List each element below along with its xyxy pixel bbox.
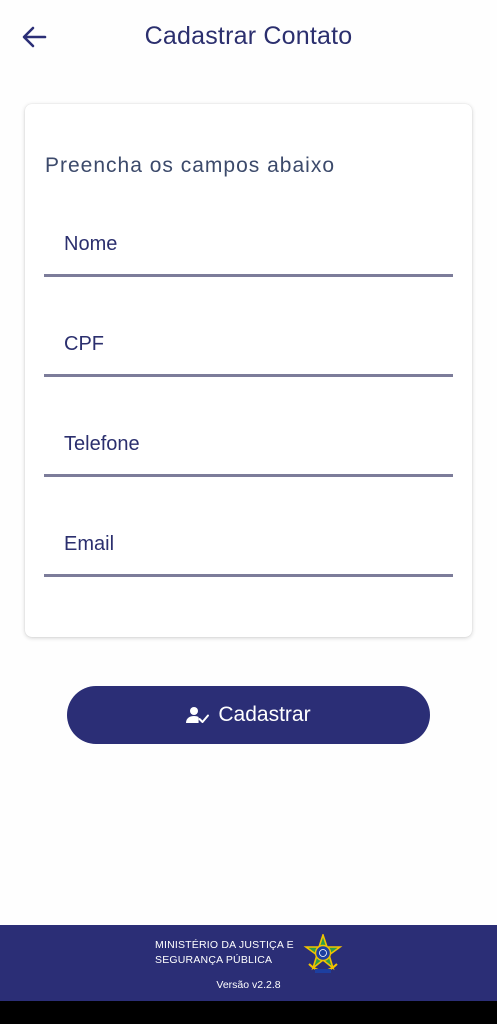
ministry-line-2: SEGURANÇA PÚBLICA: [155, 954, 273, 966]
form-heading: Preencha os campos abaixo: [45, 154, 335, 177]
form-card: Preencha os campos abaixo Nome CPF Telef…: [25, 104, 472, 637]
cpf-field[interactable]: CPF: [44, 317, 453, 377]
nome-label: Nome: [64, 233, 118, 255]
cadastrar-button[interactable]: Cadastrar: [67, 686, 430, 744]
email-label: Email: [64, 533, 115, 555]
page-title: Cadastrar Contato: [144, 22, 353, 50]
nome-field[interactable]: Nome: [44, 217, 453, 277]
cadastrar-label: Cadastrar: [218, 703, 311, 726]
telefone-label: Telefone: [64, 433, 140, 455]
ministry-name: MINISTÉRIO DA JUSTIÇA E SEGURANÇA PÚBLIC…: [155, 938, 294, 968]
cpf-label: CPF: [64, 333, 104, 355]
ministry-line-1: MINISTÉRIO DA JUSTIÇA E: [155, 939, 294, 951]
footer: MINISTÉRIO DA JUSTIÇA E SEGURANÇA PÚBLIC…: [0, 925, 497, 1001]
system-navigation-bar: [0, 1001, 497, 1024]
brazil-coat-of-arms-icon: [303, 934, 343, 973]
person-check-icon: [186, 707, 210, 723]
app-version: Versão v2.2.8: [216, 979, 281, 991]
telefone-field[interactable]: Telefone: [44, 417, 453, 477]
app-bar: Cadastrar Contato: [0, 0, 497, 76]
email-field[interactable]: Email: [44, 517, 453, 577]
